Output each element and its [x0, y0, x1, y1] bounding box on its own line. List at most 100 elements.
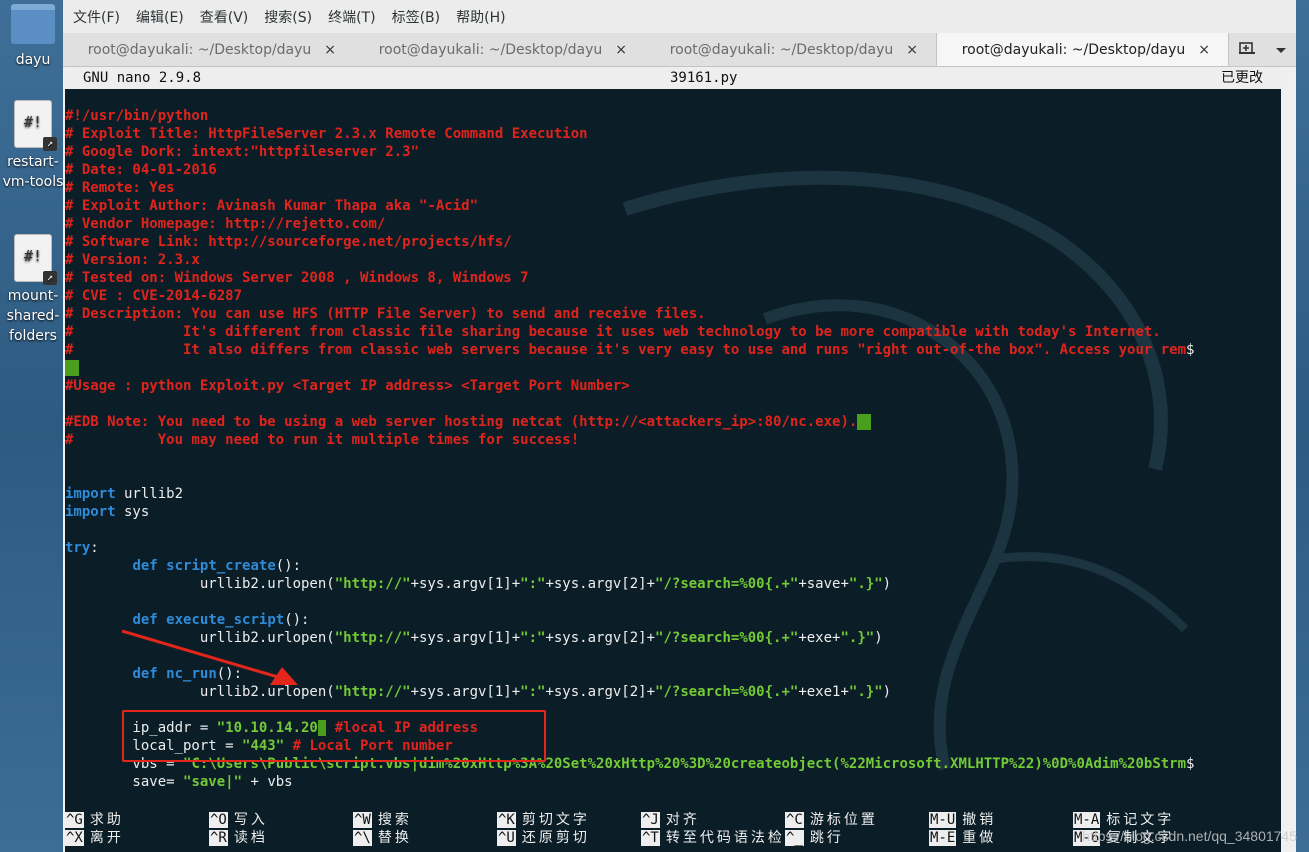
code-token: # Date: 04-01-2016 [65, 162, 217, 178]
menu-terminal[interactable]: 终端(T) [328, 7, 375, 27]
close-icon[interactable]: × [615, 42, 627, 58]
tab-label: root@dayukali: ~/Desktop/dayu [378, 41, 603, 58]
code-token: # CVE : CVE-2014-6287 [65, 288, 243, 304]
code-token: urllib2 [115, 486, 184, 502]
shortcut-key: ^G [65, 812, 84, 828]
code-line: # Exploit Author: Avinash Kumar Thapa ak… [65, 197, 1281, 215]
code-token: # You may need to run it multiple times … [65, 432, 580, 448]
code-token: ":" [520, 630, 546, 646]
close-icon[interactable]: × [1198, 42, 1210, 58]
code-line: def script_create(): [65, 557, 1281, 575]
menu-help[interactable]: 帮助(H) [456, 7, 505, 27]
code-token: import [65, 504, 116, 520]
shortcut-key: ^J [641, 812, 660, 828]
desktop-icon-restart-vm-tools[interactable]: #! ↗ restart-vm-tools [0, 100, 66, 192]
shortcut-item: ^_ 跳行 [785, 829, 844, 847]
code-token: "/?search=%00{.+" [655, 684, 799, 700]
code-line: import sys [65, 503, 1281, 521]
code-token: save= [65, 774, 184, 790]
code-line [65, 359, 1281, 377]
desktop-icon-dayu[interactable]: dayu [0, 4, 66, 70]
code-token: ".}" [848, 684, 883, 700]
shortcut-key: ^U [497, 830, 516, 846]
shortcut-item: M-A 标记文字 [1073, 811, 1174, 829]
code-token: # Exploit Author: Avinash Kumar Thapa ak… [65, 198, 479, 214]
chevron-down-icon[interactable] [1275, 41, 1287, 59]
shortcut-key: ^C [785, 812, 804, 828]
code-line: # Google Dork: intext:"httpfileserver 2.… [65, 143, 1281, 161]
code-token: +sys.argv[2]+ [545, 576, 656, 592]
menu-edit[interactable]: 编辑(E) [136, 7, 184, 27]
shortcut-key: ^\ [353, 830, 372, 846]
code-line: # CVE : CVE-2014-6287 [65, 287, 1281, 305]
shortcut-label: 离开 [89, 830, 124, 846]
folder-icon [11, 4, 55, 44]
code-token: # Software Link: http://sourceforge.net/… [65, 234, 512, 250]
tab-label: root@dayukali: ~/Desktop/dayu [87, 41, 312, 58]
tab-terminal-1[interactable]: root@dayukali: ~/Desktop/dayu × [63, 33, 354, 66]
code-token: # Version: 2.3.x [65, 252, 200, 268]
shortcut-item: ^K 剪切文字 [497, 811, 590, 829]
nano-editor[interactable]: GNU nano 2.9.8 39161.py 已更改 #!/usr/bin/p… [65, 67, 1281, 852]
shortcut-key: M-U [929, 812, 957, 828]
code-token: ) [874, 630, 883, 646]
code-token: ".}" [848, 576, 883, 592]
shortcut-item: ^O 写入 [209, 811, 268, 829]
menu-search[interactable]: 搜索(S) [264, 7, 312, 27]
code-token: # Vendor Homepage: http://rejetto.com/ [65, 216, 386, 232]
shortcut-key: ^O [209, 812, 228, 828]
code-token: import [65, 486, 116, 502]
menu-file[interactable]: 文件(F) [73, 7, 120, 27]
code-line: # Version: 2.3.x [65, 251, 1281, 269]
desktop-icon-label: mount-shared-folders [6, 288, 60, 344]
close-icon[interactable]: × [906, 42, 918, 58]
shortcut-item: ^J 对齐 [641, 811, 700, 829]
tab-label: root@dayukali: ~/Desktop/dayu [669, 41, 894, 58]
shortcut-label: 写入 [233, 812, 268, 828]
shortcut-label: 对齐 [665, 812, 700, 828]
shortcut-key: ^K [497, 812, 516, 828]
code-token: + vbs [242, 774, 293, 790]
trailing-whitespace-marker [857, 414, 872, 430]
code-line: #Usage : python Exploit.py <Target IP ad… [65, 377, 1281, 395]
code-token: #!/usr/bin/python [65, 108, 209, 124]
menubar: 文件(F) 编辑(E) 查看(V) 搜索(S) 终端(T) 标签(B) 帮助(H… [63, 0, 1296, 33]
code-line: # You may need to run it multiple times … [65, 431, 1281, 449]
shortcut-key: M-E [929, 830, 957, 846]
shortcut-key: M-A [1073, 812, 1101, 828]
code-line: # Date: 04-01-2016 [65, 161, 1281, 179]
script-file-icon: #! ↗ [14, 234, 57, 285]
code-token: "http://" [334, 630, 411, 646]
code-token: : [90, 540, 99, 556]
tab-terminal-2[interactable]: root@dayukali: ~/Desktop/dayu × [354, 33, 645, 66]
shortcut-label: 重做 [962, 830, 997, 846]
close-icon[interactable]: × [324, 42, 336, 58]
desktop-icon-label: restart-vm-tools [2, 154, 64, 190]
code-token: # Description: You can use HFS (HTTP Fil… [65, 306, 706, 322]
shortcut-item: M-E 重做 [929, 829, 996, 847]
code-line: # It also differs from classic web serve… [65, 341, 1281, 359]
code-token: ".}" [840, 630, 875, 646]
code-line: # Software Link: http://sourceforge.net/… [65, 233, 1281, 251]
code-token: urllib2.urlopen( [65, 576, 335, 592]
tab-terminal-4-active[interactable]: root@dayukali: ~/Desktop/dayu × [936, 33, 1229, 66]
code-token: def [132, 558, 158, 574]
menu-view[interactable]: 查看(V) [200, 7, 249, 27]
code-token: ":" [520, 576, 546, 592]
desktop-icon-mount-shared-folders[interactable]: #! ↗ mount-shared-folders [0, 234, 66, 346]
shortcut-label: 剪切文字 [521, 812, 590, 828]
shortcut-item: ^G 求助 [65, 811, 124, 829]
shortcut-key: ^_ [785, 830, 804, 846]
tab-label: root@dayukali: ~/Desktop/dayu [961, 41, 1186, 58]
new-tab-icon[interactable] [1238, 40, 1256, 60]
code-token: +sys.argv[2]+ [545, 630, 656, 646]
tab-terminal-3[interactable]: root@dayukali: ~/Desktop/dayu × [645, 33, 936, 66]
code-line: # Vendor Homepage: http://rejetto.com/ [65, 215, 1281, 233]
code-token: ) [882, 684, 892, 700]
nano-title-bar: GNU nano 2.9.8 39161.py 已更改 [65, 67, 1281, 89]
code-line: # Remote: Yes [65, 179, 1281, 197]
shortcut-label: 读档 [233, 830, 268, 846]
menu-tabs[interactable]: 标签(B) [392, 7, 441, 27]
